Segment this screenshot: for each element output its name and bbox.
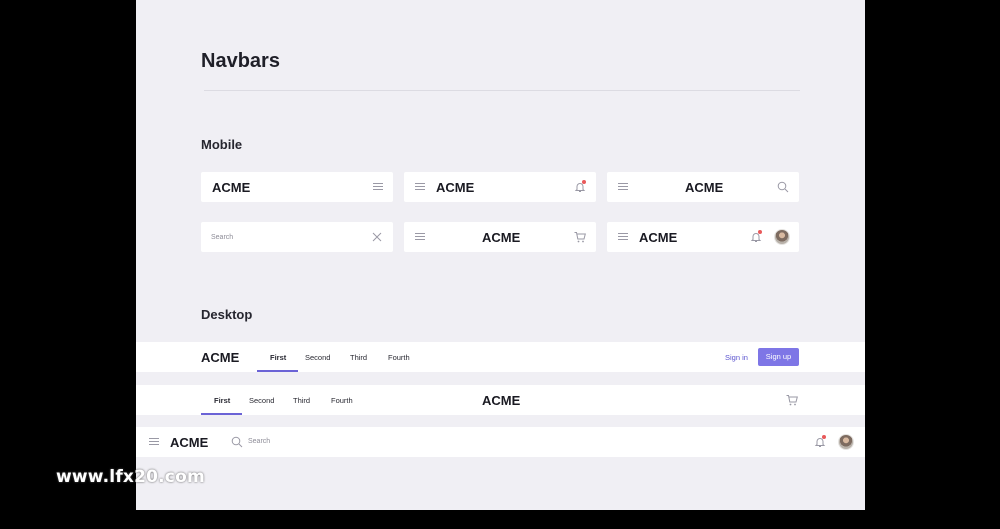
nav-link-fourth[interactable]: Fourth [388, 353, 410, 362]
sign-up-button[interactable]: Sign up [758, 348, 799, 366]
search-icon[interactable] [776, 180, 790, 194]
nav-link-third[interactable]: Third [293, 396, 310, 405]
menu-icon[interactable] [618, 233, 628, 241]
active-tab-indicator [201, 413, 242, 415]
avatar[interactable] [774, 229, 790, 245]
desktop-navbar-3: ACME Search [136, 427, 865, 457]
watermark: www.lfx20.com [56, 467, 205, 487]
notification-dot [582, 180, 586, 184]
cart-icon[interactable] [573, 230, 587, 244]
brand-logo[interactable]: ACME [212, 180, 250, 195]
brand-logo[interactable]: ACME [201, 350, 239, 365]
desktop-navbar-2: First Second Third Fourth ACME [136, 385, 865, 415]
nav-link-second[interactable]: Second [249, 396, 274, 405]
menu-icon[interactable] [149, 438, 159, 446]
section-title-desktop: Desktop [201, 307, 253, 322]
brand-logo[interactable]: ACME [482, 230, 520, 245]
notification-dot [758, 230, 762, 234]
brand-logo[interactable]: ACME [685, 180, 723, 195]
section-title-mobile: Mobile [201, 137, 243, 152]
mobile-navbar-5: ACME [404, 222, 596, 252]
search-icon[interactable] [230, 435, 244, 449]
brand-logo[interactable]: ACME [639, 230, 677, 245]
mobile-navbar-2: ACME [404, 172, 596, 202]
canvas: Navbars Mobile ACME ACME ACME Search ACM… [136, 0, 865, 510]
mobile-navbar-6: ACME [607, 222, 799, 252]
mobile-navbar-1: ACME [201, 172, 393, 202]
notification-dot [822, 435, 826, 439]
avatar[interactable] [838, 434, 854, 450]
search-input[interactable]: Search [211, 234, 233, 241]
mobile-navbar-search: Search [201, 222, 393, 252]
nav-link-third[interactable]: Third [350, 353, 367, 362]
close-icon[interactable] [370, 230, 384, 244]
title-divider [204, 90, 800, 91]
brand-logo[interactable]: ACME [436, 180, 474, 195]
menu-icon[interactable] [618, 183, 628, 191]
menu-icon[interactable] [415, 183, 425, 191]
mobile-navbar-3: ACME [607, 172, 799, 202]
brand-logo[interactable]: ACME [170, 435, 208, 450]
page-title: Navbars [201, 50, 280, 72]
cart-icon[interactable] [785, 393, 799, 407]
sign-in-link[interactable]: Sign in [725, 353, 748, 362]
nav-link-first[interactable]: First [214, 396, 230, 405]
desktop-navbar-1: ACME First Second Third Fourth Sign in S… [136, 342, 865, 372]
search-input[interactable]: Search [248, 438, 270, 445]
nav-link-fourth[interactable]: Fourth [331, 396, 353, 405]
brand-logo[interactable]: ACME [482, 393, 520, 408]
nav-link-first[interactable]: First [270, 353, 286, 362]
nav-link-second[interactable]: Second [305, 353, 330, 362]
menu-icon[interactable] [415, 233, 425, 241]
active-tab-indicator [257, 370, 298, 372]
menu-icon[interactable] [373, 183, 383, 191]
